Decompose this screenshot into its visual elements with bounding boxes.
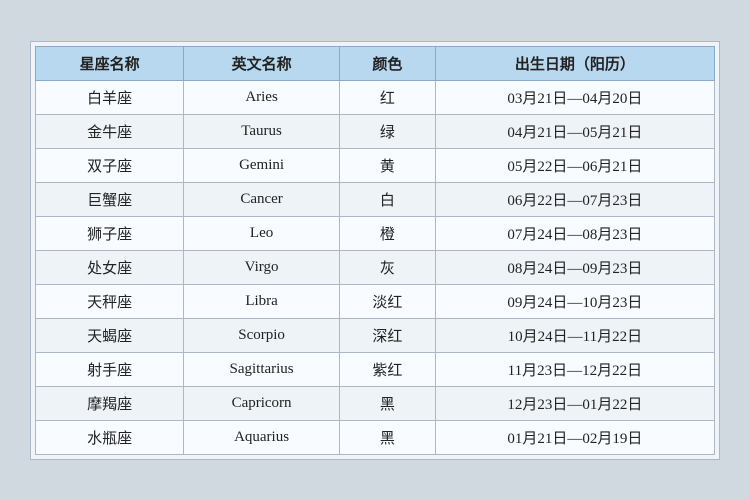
- cell-4-1: Leo: [184, 216, 340, 250]
- cell-9-1: Capricorn: [184, 386, 340, 420]
- table-row: 白羊座Aries红03月21日—04月20日: [36, 80, 715, 114]
- cell-8-0: 射手座: [36, 352, 184, 386]
- cell-7-2: 深红: [339, 318, 435, 352]
- table-row: 金牛座Taurus绿04月21日—05月21日: [36, 114, 715, 148]
- cell-0-2: 红: [339, 80, 435, 114]
- table-row: 水瓶座Aquarius黑01月21日—02月19日: [36, 420, 715, 454]
- header-col-0: 星座名称: [36, 46, 184, 80]
- cell-9-0: 摩羯座: [36, 386, 184, 420]
- cell-3-2: 白: [339, 182, 435, 216]
- cell-8-3: 11月23日—12月22日: [435, 352, 714, 386]
- table-row: 天蝎座Scorpio深红10月24日—11月22日: [36, 318, 715, 352]
- cell-5-3: 08月24日—09月23日: [435, 250, 714, 284]
- cell-7-3: 10月24日—11月22日: [435, 318, 714, 352]
- cell-7-0: 天蝎座: [36, 318, 184, 352]
- cell-10-2: 黑: [339, 420, 435, 454]
- cell-3-1: Cancer: [184, 182, 340, 216]
- cell-1-2: 绿: [339, 114, 435, 148]
- cell-1-0: 金牛座: [36, 114, 184, 148]
- cell-4-3: 07月24日—08月23日: [435, 216, 714, 250]
- cell-8-1: Sagittarius: [184, 352, 340, 386]
- table-row: 射手座Sagittarius紫红11月23日—12月22日: [36, 352, 715, 386]
- table-row: 天秤座Libra淡红09月24日—10月23日: [36, 284, 715, 318]
- table-row: 双子座Gemini黄05月22日—06月21日: [36, 148, 715, 182]
- cell-6-1: Libra: [184, 284, 340, 318]
- cell-4-0: 狮子座: [36, 216, 184, 250]
- table-body: 白羊座Aries红03月21日—04月20日金牛座Taurus绿04月21日—0…: [36, 80, 715, 454]
- table-row: 处女座Virgo灰08月24日—09月23日: [36, 250, 715, 284]
- cell-9-3: 12月23日—01月22日: [435, 386, 714, 420]
- cell-1-1: Taurus: [184, 114, 340, 148]
- cell-10-3: 01月21日—02月19日: [435, 420, 714, 454]
- zodiac-table-wrapper: 星座名称英文名称颜色出生日期（阳历） 白羊座Aries红03月21日—04月20…: [30, 41, 720, 460]
- table-row: 巨蟹座Cancer白06月22日—07月23日: [36, 182, 715, 216]
- cell-0-3: 03月21日—04月20日: [435, 80, 714, 114]
- cell-8-2: 紫红: [339, 352, 435, 386]
- cell-10-0: 水瓶座: [36, 420, 184, 454]
- header-col-1: 英文名称: [184, 46, 340, 80]
- cell-4-2: 橙: [339, 216, 435, 250]
- cell-0-0: 白羊座: [36, 80, 184, 114]
- cell-9-2: 黑: [339, 386, 435, 420]
- cell-0-1: Aries: [184, 80, 340, 114]
- cell-5-2: 灰: [339, 250, 435, 284]
- cell-5-0: 处女座: [36, 250, 184, 284]
- cell-6-3: 09月24日—10月23日: [435, 284, 714, 318]
- cell-2-1: Gemini: [184, 148, 340, 182]
- cell-6-2: 淡红: [339, 284, 435, 318]
- table-header-row: 星座名称英文名称颜色出生日期（阳历）: [36, 46, 715, 80]
- cell-2-2: 黄: [339, 148, 435, 182]
- cell-5-1: Virgo: [184, 250, 340, 284]
- cell-6-0: 天秤座: [36, 284, 184, 318]
- cell-3-0: 巨蟹座: [36, 182, 184, 216]
- cell-2-3: 05月22日—06月21日: [435, 148, 714, 182]
- header-col-2: 颜色: [339, 46, 435, 80]
- cell-2-0: 双子座: [36, 148, 184, 182]
- table-row: 狮子座Leo橙07月24日—08月23日: [36, 216, 715, 250]
- table-row: 摩羯座Capricorn黑12月23日—01月22日: [36, 386, 715, 420]
- cell-1-3: 04月21日—05月21日: [435, 114, 714, 148]
- cell-10-1: Aquarius: [184, 420, 340, 454]
- cell-7-1: Scorpio: [184, 318, 340, 352]
- zodiac-table: 星座名称英文名称颜色出生日期（阳历） 白羊座Aries红03月21日—04月20…: [35, 46, 715, 455]
- header-col-3: 出生日期（阳历）: [435, 46, 714, 80]
- cell-3-3: 06月22日—07月23日: [435, 182, 714, 216]
